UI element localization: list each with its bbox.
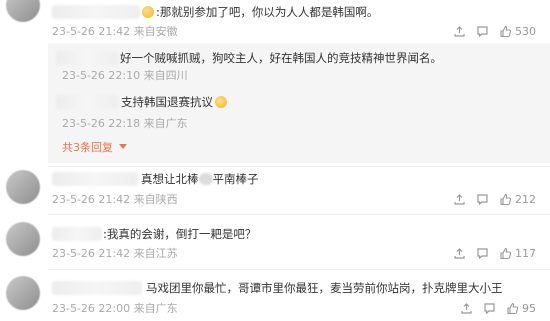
like-icon (500, 193, 512, 206)
like-count: 212 (515, 193, 536, 206)
more-replies-link[interactable]: 共3条回复 (62, 141, 127, 155)
share-icon (461, 303, 472, 314)
avatar[interactable] (6, 222, 40, 256)
comment-text: :我真的会谢，倒打一耙是吧？ (103, 227, 257, 241)
like-button[interactable]: 530 (499, 25, 536, 38)
comment-actions: 95 (460, 302, 536, 315)
comment-meta: 23-5-26 22:00 来自广东 (52, 302, 178, 315)
avatar[interactable] (6, 0, 40, 22)
username[interactable] (52, 281, 142, 295)
like-icon (500, 247, 512, 260)
share-button[interactable] (453, 247, 466, 260)
reply-text: 支持韩国退赛抗议 (121, 95, 229, 109)
like-button[interactable]: 95 (506, 302, 536, 315)
like-icon (500, 25, 512, 38)
comment-meta: 23-5-26 21:42 来自江苏 (52, 247, 178, 260)
comment-actions: 530 (453, 25, 536, 38)
like-button[interactable]: 212 (499, 193, 536, 206)
emoji-icon (142, 6, 154, 18)
comment-button[interactable] (476, 193, 489, 206)
share-button[interactable] (453, 25, 466, 38)
comment-meta: 23-5-26 21:42 来自安徽 (52, 25, 178, 38)
avatar[interactable] (6, 170, 40, 204)
comment-icon (477, 248, 488, 260)
like-count: 95 (522, 302, 536, 315)
username[interactable] (52, 227, 102, 241)
like-count: 530 (515, 25, 536, 38)
comment-text: :那就别参加了吧，你以为人人都是韩国啊。 (142, 5, 378, 19)
comment-actions: 212 (453, 193, 536, 206)
censored-character (198, 173, 213, 185)
comment-meta: 23-5-26 21:42 来自陕西 (52, 193, 178, 206)
comment-icon (477, 26, 488, 38)
comment-button[interactable] (483, 302, 496, 315)
like-count: 117 (515, 247, 536, 260)
like-icon (507, 302, 519, 315)
comment-text: 真想让北棒 平南棒子 (141, 172, 259, 186)
comment-actions: 117 (453, 247, 536, 260)
like-button[interactable]: 117 (499, 247, 536, 260)
comment-icon (477, 194, 488, 206)
chevron-down-icon (118, 144, 127, 149)
emoji-icon (215, 96, 227, 108)
comment-button[interactable] (476, 25, 489, 38)
share-button[interactable] (453, 193, 466, 206)
comment-icon (484, 303, 495, 315)
reply-meta: 23-5-26 22:10 来自四川 (62, 69, 188, 82)
comment-text: 马戏团里你最忙，哥谭市里你最狂，麦当劳前你站岗，扑克牌里大小王 (146, 281, 503, 295)
divider (48, 214, 550, 215)
share-button[interactable] (460, 302, 473, 315)
divider (48, 269, 550, 270)
avatar[interactable] (6, 276, 40, 310)
username[interactable] (52, 5, 140, 19)
comment-button[interactable] (476, 247, 489, 260)
share-icon (454, 248, 465, 259)
share-icon (454, 26, 465, 37)
reply-text: 好一个贼喊抓贼，狗咬主人，好在韩国人的竞技精神世界闻名。 (120, 51, 442, 65)
reply-username[interactable] (56, 95, 118, 109)
share-icon (454, 194, 465, 205)
reply-meta: 23-5-26 22:18 来自广东 (62, 117, 188, 130)
username[interactable] (52, 172, 138, 186)
reply-username[interactable] (56, 51, 118, 65)
divider (48, 166, 550, 167)
